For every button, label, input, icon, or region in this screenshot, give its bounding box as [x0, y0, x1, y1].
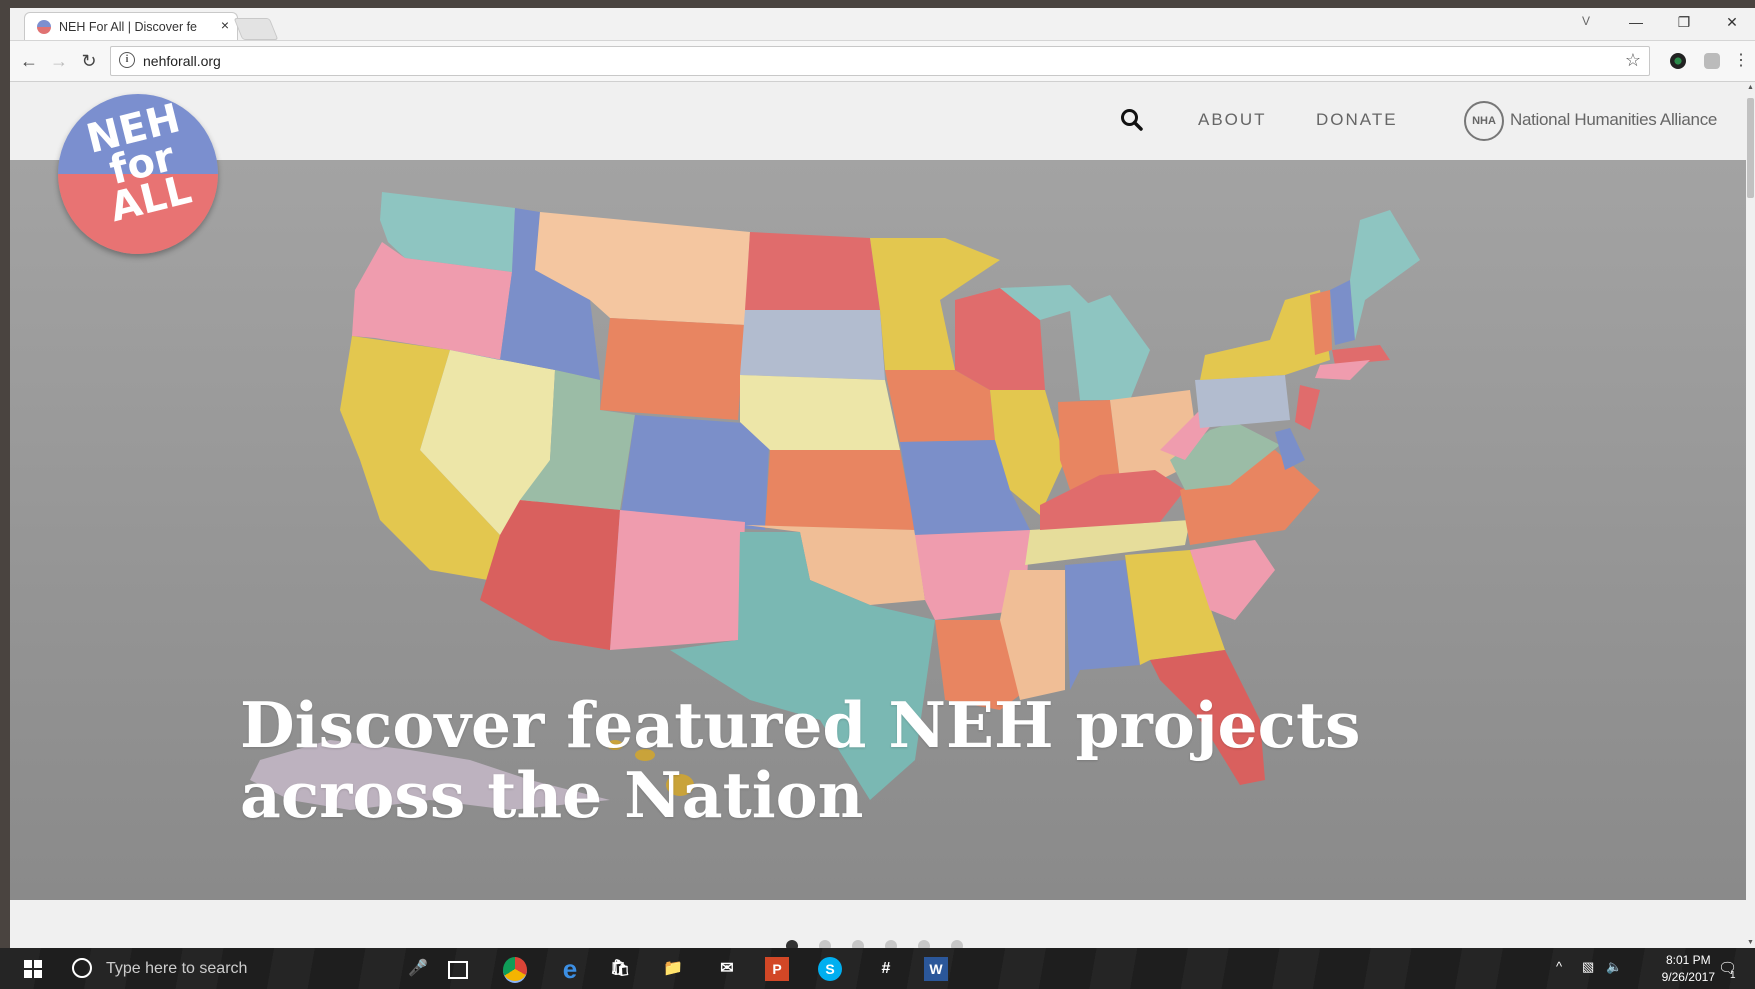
edge-taskbar-icon[interactable]: e	[555, 954, 585, 984]
map-state[interactable]	[1195, 375, 1290, 428]
volume-icon[interactable]: 🔈	[1606, 959, 1622, 975]
tab-strip: NEH For All | Discover fe × V — ❐ ✕	[10, 8, 1755, 41]
scrollbar-thumb[interactable]	[1747, 98, 1754, 198]
address-url[interactable]: nehforall.org	[143, 53, 221, 69]
carousel-dot[interactable]	[786, 940, 798, 948]
map-state[interactable]	[740, 375, 900, 450]
taskbar-search-placeholder: Type here to search	[106, 960, 248, 977]
browser-tab-active[interactable]: NEH For All | Discover fe ×	[24, 12, 238, 40]
taskbar-clock[interactable]: 8:01 PM 9/26/2017	[1662, 952, 1715, 986]
extension-icon[interactable]	[1670, 53, 1686, 69]
map-state[interactable]	[765, 450, 915, 530]
map-state[interactable]	[745, 232, 880, 310]
web-page: ABOUT DONATE NHA National Humanities All…	[10, 82, 1746, 948]
map-state[interactable]	[1295, 385, 1320, 430]
chrome-taskbar-icon[interactable]	[503, 957, 527, 983]
carousel-dot[interactable]	[918, 940, 930, 948]
map-state[interactable]	[1040, 470, 1185, 530]
windows-taskbar: Type here to search 🎤 e 🛍 📁 ✉ P S # W ^ …	[0, 948, 1755, 989]
task-view-icon[interactable]	[448, 961, 468, 979]
page-scrollbar[interactable]: ▲ ▼	[1746, 82, 1755, 948]
address-bar[interactable]: i nehforall.org ☆	[110, 46, 1650, 76]
extension-cloud-icon[interactable]	[1704, 53, 1720, 69]
map-state[interactable]	[610, 510, 745, 650]
file-explorer-icon[interactable]: 📁	[658, 954, 688, 984]
powerpoint-taskbar-icon[interactable]: P	[765, 957, 789, 981]
partner-name: National Humanities Alliance	[1510, 110, 1718, 129]
clock-time: 8:01 PM	[1665, 953, 1711, 967]
tray-chevron-icon[interactable]: ^	[1556, 959, 1562, 974]
map-state[interactable]	[1350, 210, 1420, 340]
skype-taskbar-icon[interactable]: S	[818, 957, 842, 981]
forward-arrow-icon[interactable]: →	[48, 50, 70, 72]
tab-close-icon[interactable]: ×	[221, 17, 229, 33]
minimize-button[interactable]: —	[1622, 14, 1650, 30]
restore-button[interactable]: ❐	[1670, 14, 1698, 31]
profile-icon[interactable]: V	[1572, 14, 1600, 28]
hero-banner: Discover featured NEH projects across th…	[10, 160, 1746, 900]
favicon-icon	[37, 20, 51, 34]
browser-window: NEH For All | Discover fe × V — ❐ ✕ ← → …	[10, 8, 1755, 948]
scroll-up-arrow-icon[interactable]: ▲	[1746, 84, 1755, 91]
clock-date: 9/26/2017	[1661, 970, 1715, 984]
carousel-dot[interactable]	[852, 940, 864, 948]
slack-taskbar-icon[interactable]: #	[871, 954, 901, 984]
menu-kebab-icon[interactable]: ⋮	[1730, 50, 1752, 72]
site-header: ABOUT DONATE NHA National Humanities All…	[10, 82, 1746, 160]
nav-donate-link[interactable]: DONATE	[1316, 110, 1398, 130]
map-state[interactable]	[740, 310, 885, 380]
back-arrow-icon[interactable]: ←	[18, 50, 40, 72]
notification-count-badge: 1	[1730, 970, 1736, 981]
network-icon[interactable]: ▧	[1582, 959, 1594, 975]
hero-title: Discover featured NEH projects across th…	[240, 688, 1361, 832]
windows-start-icon[interactable]	[24, 960, 42, 978]
site-info-icon[interactable]: i	[119, 52, 135, 68]
close-window-button[interactable]: ✕	[1718, 14, 1746, 31]
carousel-dot[interactable]	[885, 940, 897, 948]
bookmark-star-icon[interactable]: ☆	[1625, 50, 1641, 71]
scroll-down-arrow-icon[interactable]: ▼	[1746, 939, 1755, 946]
nav-about-link[interactable]: ABOUT	[1198, 110, 1267, 130]
carousel-dot[interactable]	[951, 940, 963, 948]
mail-taskbar-icon[interactable]: ✉	[712, 954, 742, 984]
taskbar-search-box[interactable]: Type here to search 🎤	[68, 948, 438, 989]
partner-seal-icon: NHA	[1464, 101, 1504, 141]
reload-icon[interactable]: ↻	[78, 50, 100, 72]
tab-title: NEH For All | Discover fe	[59, 20, 198, 34]
word-taskbar-icon[interactable]: W	[924, 957, 948, 981]
map-state[interactable]	[1315, 360, 1370, 380]
neh-for-all-logo[interactable]: NEH for ALL	[58, 94, 218, 254]
store-taskbar-icon[interactable]: 🛍	[605, 954, 635, 984]
browser-toolbar: ← → ↻ i nehforall.org ☆ ⋮	[10, 41, 1755, 82]
cortana-icon	[72, 958, 92, 978]
map-state[interactable]	[600, 318, 745, 420]
new-tab-button[interactable]	[233, 18, 279, 40]
carousel-dot[interactable]	[819, 940, 831, 948]
map-state[interactable]	[1070, 295, 1150, 400]
microphone-icon[interactable]: 🎤	[408, 958, 428, 978]
search-icon[interactable]	[1120, 108, 1144, 132]
map-state[interactable]	[1200, 290, 1330, 380]
